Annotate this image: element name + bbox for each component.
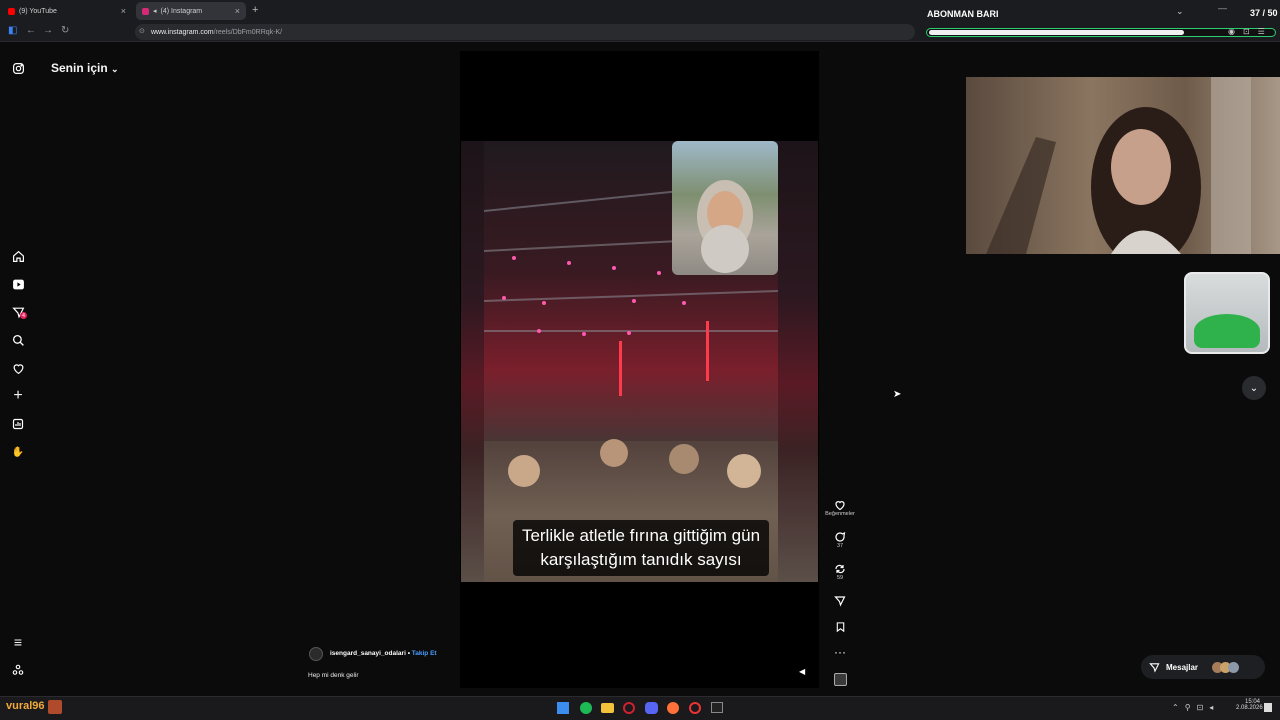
tab-close-icon[interactable]: × <box>235 6 240 16</box>
caption-line: karşılaştığım tanıdık sayısı <box>540 550 742 569</box>
url-path: /reels/DbFm0RRqk-K/ <box>213 28 283 36</box>
forward-icon[interactable]: → <box>43 25 53 36</box>
reel-description: Hep mi denk gelir <box>308 672 359 679</box>
back-icon[interactable]: ← <box>26 25 36 36</box>
system-tray-icons[interactable]: ⌃⚲⊡◂ <box>1172 703 1219 712</box>
sidebar-toggle-icon[interactable]: ◧ <box>8 25 17 36</box>
tab-close-icon[interactable]: × <box>121 6 126 16</box>
chevron-down-icon[interactable]: ⌄ <box>1176 6 1184 17</box>
start-icon[interactable] <box>557 702 569 714</box>
mute-icon[interactable]: ◀ <box>799 667 805 676</box>
next-reel-button[interactable]: ⌄ <box>1242 376 1266 400</box>
repost-icon <box>835 564 845 574</box>
tab-label: (9) YouTube <box>19 7 57 15</box>
more-icon: ··· <box>834 645 846 659</box>
cursor-icon: ➤ <box>893 389 902 400</box>
dashboard-icon[interactable] <box>10 416 26 432</box>
likes-label: Beğenmeler <box>825 511 855 517</box>
sub-count: 37 / 50 <box>1250 8 1278 18</box>
audio-thumbnail[interactable] <box>834 673 847 686</box>
site-info-icon[interactable]: ⊙ <box>139 27 145 35</box>
menu-icon[interactable]: ≡ <box>10 634 26 650</box>
comment-icon <box>835 531 846 542</box>
reel-author-line: isengard_sanayi_odalari • Takip Et <box>330 650 437 657</box>
webcam-feed <box>966 77 1280 254</box>
streamer-username: vural96 <box>6 700 45 712</box>
chevron-down-icon: ⌄ <box>111 64 119 74</box>
search-icon[interactable] <box>10 332 26 348</box>
terminal-icon[interactable] <box>711 702 723 713</box>
tab-label: (4) Instagram <box>160 7 203 15</box>
notification-badge: 4 <box>20 312 27 319</box>
avatar-stack <box>1212 661 1240 673</box>
repost-button[interactable]: 59 <box>832 563 848 581</box>
like-button[interactable]: Beğenmeler <box>825 499 855 517</box>
separator: • <box>407 650 410 657</box>
messages-label: Mesajlar <box>1166 662 1199 672</box>
threads-icon[interactable]: ✋ <box>10 444 26 460</box>
home-icon[interactable] <box>10 248 26 264</box>
minimize-icon[interactable]: — <box>1218 3 1227 13</box>
heart-icon[interactable] <box>10 360 26 376</box>
instagram-logo-icon[interactable] <box>10 60 26 76</box>
opera-icon[interactable] <box>623 702 635 714</box>
jar-fill <box>1194 314 1260 348</box>
feed-selector[interactable]: Senin için ⌄ <box>51 61 119 75</box>
discord-icon[interactable] <box>645 702 658 714</box>
notification-icon[interactable] <box>1264 703 1272 712</box>
speaker-icon: ◂ <box>153 8 157 15</box>
heart-icon <box>835 501 845 511</box>
reposts-count: 59 <box>836 575 844 581</box>
share-icon <box>834 596 846 607</box>
bookmark-icon <box>836 622 844 633</box>
reload-icon[interactable]: ↻ <box>61 25 69 36</box>
firefox-icon[interactable] <box>667 702 679 714</box>
tab-instagram[interactable]: ◂ (4) Instagram × <box>136 2 246 20</box>
instagram-tab-icon <box>142 7 149 15</box>
comment-button[interactable]: 37 <box>832 531 848 549</box>
obs-icon[interactable] <box>689 702 701 714</box>
messages-icon[interactable]: 4 <box>10 304 27 320</box>
send-icon <box>1149 662 1160 673</box>
clock-date: 2.08.2026 <box>1236 705 1263 711</box>
reel-caption-overlay: Terlikle atletle fırına gittiğim gün kar… <box>513 520 769 576</box>
gandalf-inset-image <box>672 141 778 275</box>
messages-pill[interactable]: Mesajlar <box>1141 655 1265 679</box>
folder-icon[interactable] <box>601 703 614 713</box>
share-button[interactable] <box>832 595 848 607</box>
create-icon[interactable]: + <box>10 387 26 404</box>
chevron-down-icon: ⌄ <box>1249 382 1259 394</box>
tab-youtube[interactable]: (9) YouTube × <box>2 2 132 20</box>
sub-progress-fill <box>929 30 1184 35</box>
sub-bar-title: ABONMAN BARI <box>927 9 999 19</box>
windows-taskbar: vural96 ⌃⚲⊡◂ 15:04 2.08.2026 <box>0 696 1280 720</box>
url-field[interactable]: ⊙ www.instagram.com/reels/DbFm0RRqk-K/ <box>135 24 915 40</box>
more-apps-icon[interactable] <box>10 662 26 678</box>
clock[interactable]: 15:04 2.08.2026 <box>1236 699 1263 711</box>
extension-icons[interactable]: ◉⊡☰ <box>1228 27 1273 36</box>
more-options-button[interactable]: ··· <box>832 645 848 659</box>
save-button[interactable] <box>832 621 848 633</box>
feed-title: Senin için <box>51 61 108 75</box>
reels-icon[interactable] <box>10 276 26 292</box>
browser-tab-bar: (9) YouTube × ◂ (4) Instagram × + — <box>0 0 1280 22</box>
youtube-icon <box>8 7 15 15</box>
comments-count: 37 <box>836 543 844 549</box>
follow-button[interactable]: Takip Et <box>412 650 437 657</box>
author-avatar[interactable] <box>309 647 323 661</box>
streamer-avatar <box>48 700 62 714</box>
new-tab-button[interactable]: + <box>252 4 258 16</box>
spotify-icon[interactable] <box>580 702 592 714</box>
author-name[interactable]: isengard_sanayi_odalari <box>330 650 406 657</box>
caption-line: Terlikle atletle fırına gittiğim gün <box>521 526 761 545</box>
url-domain: www.instagram.com <box>151 28 214 36</box>
